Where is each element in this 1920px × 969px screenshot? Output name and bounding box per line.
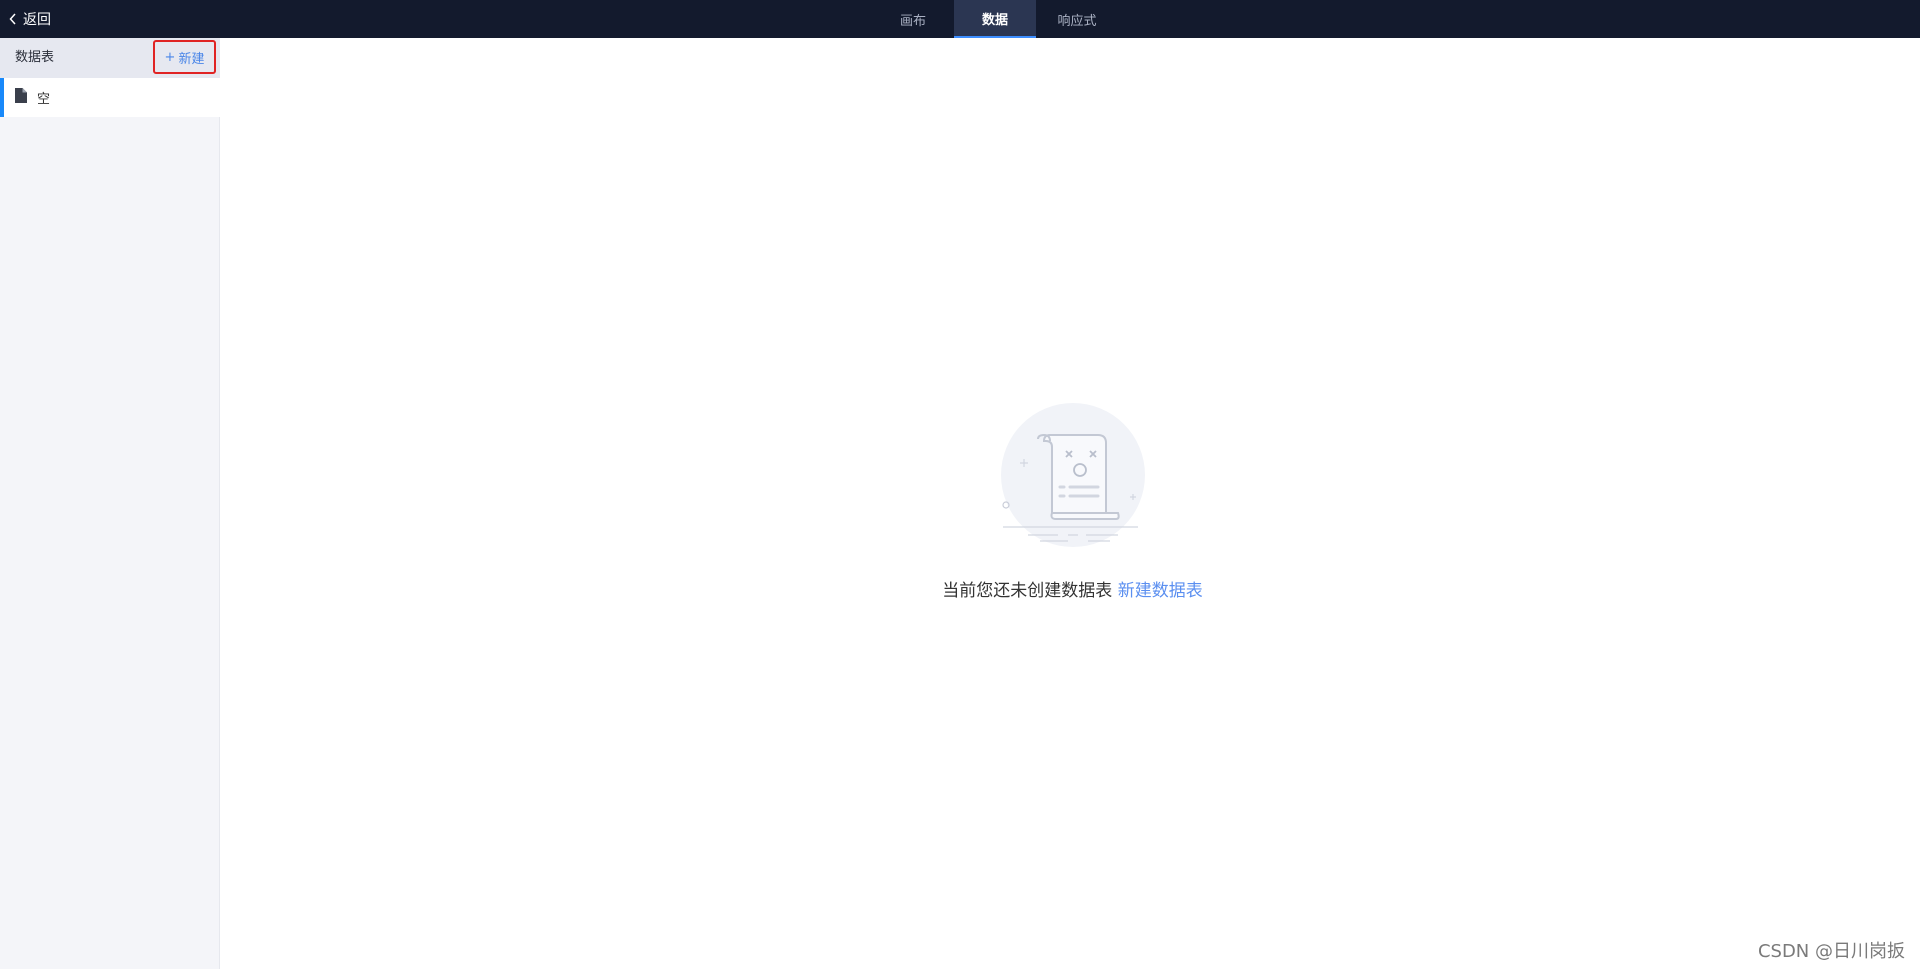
file-icon	[15, 88, 27, 107]
sidebar-item-empty[interactable]: 空	[0, 78, 220, 117]
tab-canvas[interactable]: 画布	[872, 0, 954, 38]
sidebar: 数据表 + 新建 空	[0, 38, 220, 969]
sidebar-item-label: 空	[37, 92, 51, 107]
empty-document-icon	[930, 403, 1215, 548]
sidebar-title: 数据表	[15, 50, 55, 65]
sidebar-header: 数据表 + 新建	[0, 38, 220, 78]
tab-responsive[interactable]: 响应式	[1036, 0, 1118, 38]
top-bar: 返回 画布 数据 响应式	[0, 0, 1920, 38]
plus-icon: +	[164, 49, 176, 65]
back-button[interactable]: 返回	[9, 0, 51, 38]
empty-state: 当前您还未创建数据表 新建数据表	[930, 403, 1215, 601]
create-table-link[interactable]: 新建数据表	[1118, 581, 1203, 601]
chevron-left-icon	[9, 13, 17, 25]
empty-state-text: 当前您还未创建数据表	[942, 581, 1113, 601]
back-label: 返回	[23, 12, 51, 28]
new-table-label: 新建	[178, 51, 205, 67]
new-table-button[interactable]: + 新建	[153, 40, 216, 74]
empty-state-message: 当前您还未创建数据表 新建数据表	[930, 576, 1215, 601]
tab-data[interactable]: 数据	[954, 0, 1036, 38]
watermark: CSDN @日川岗扳	[1757, 941, 1905, 962]
